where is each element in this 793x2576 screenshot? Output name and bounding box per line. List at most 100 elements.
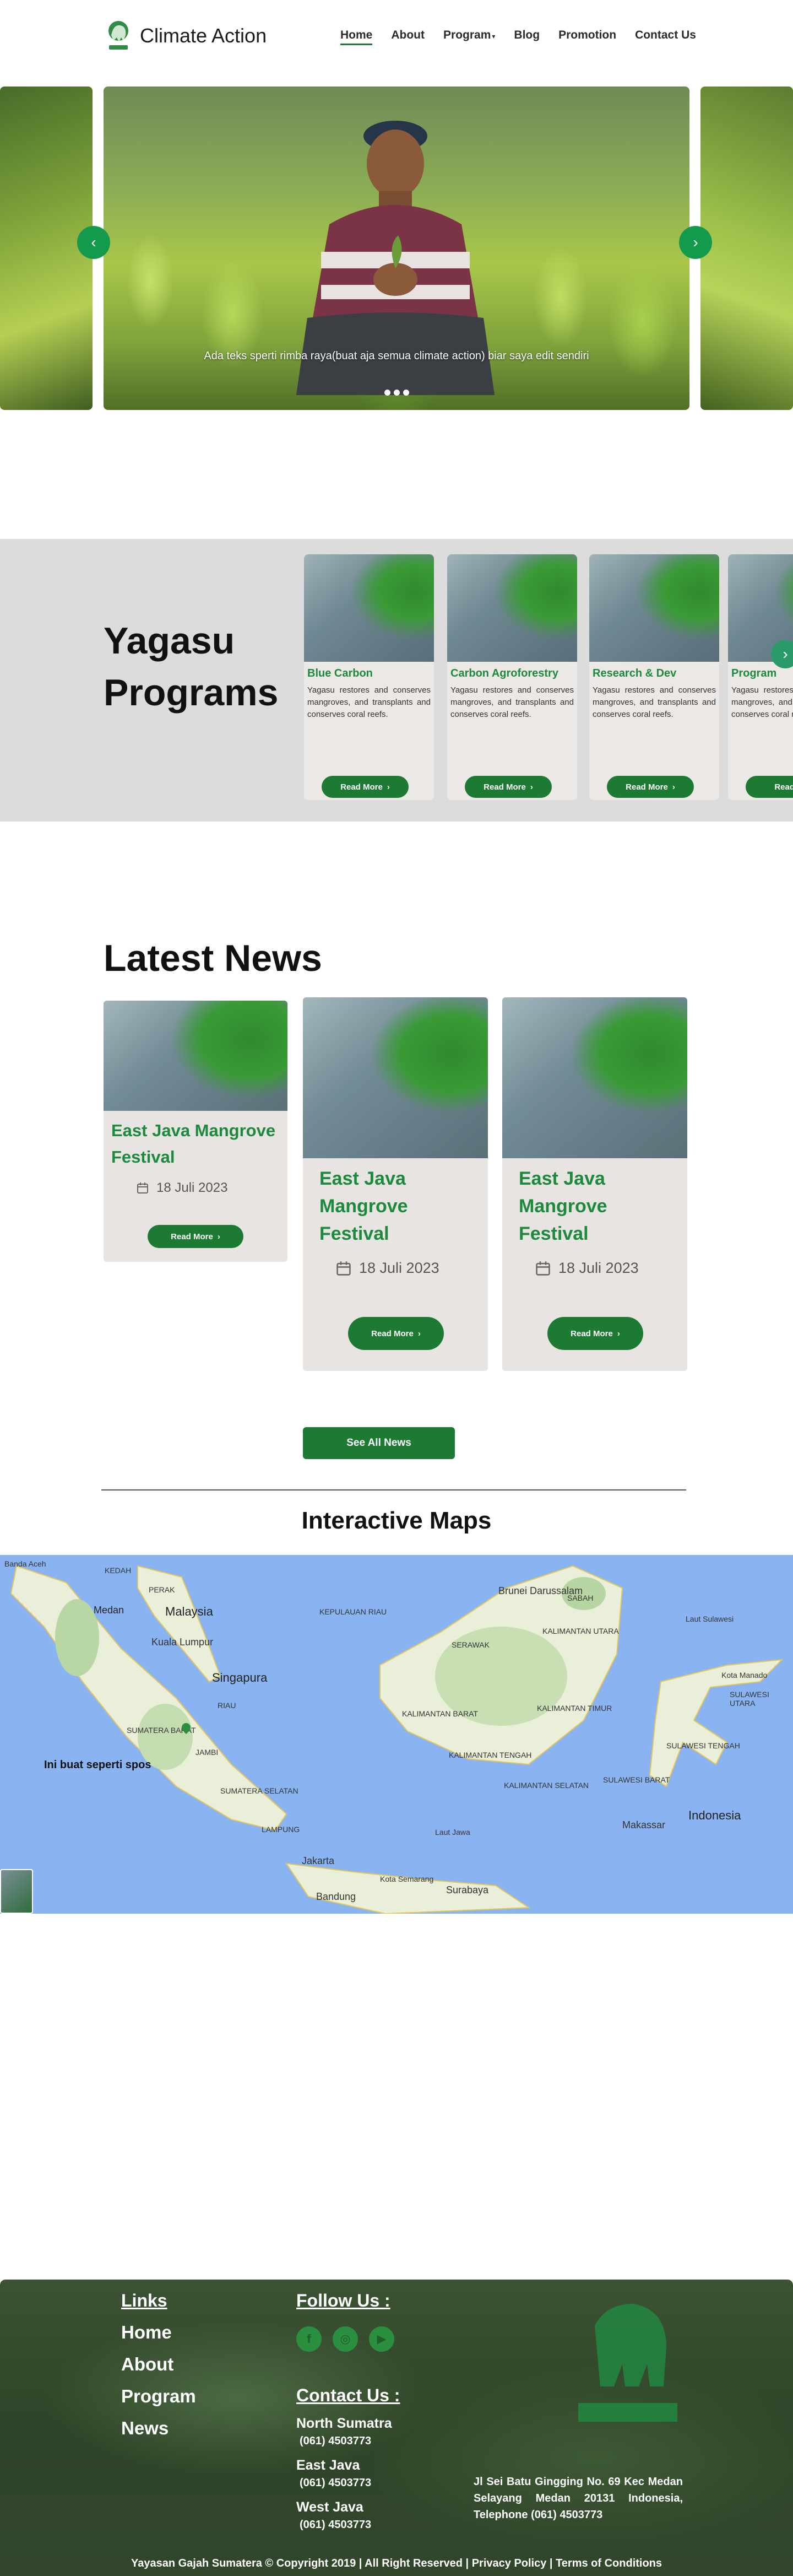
programs-title-line1: Yagasu <box>104 620 235 662</box>
nav-about[interactable]: About <box>391 29 425 42</box>
chevron-left-icon: ‹ <box>91 234 96 251</box>
contact-region: North Sumatra <box>296 2416 392 2431</box>
see-all-news-button[interactable]: See All News <box>303 1427 455 1459</box>
interactive-map[interactable]: Banda Aceh Medan Malaysia Kuala Lumpur S… <box>0 1555 793 1914</box>
map-label-perak: PERAK <box>149 1585 175 1594</box>
map-satellite-toggle[interactable] <box>0 1869 33 1914</box>
hero-caption: Ada teks sperti rimba raya(buat aja semu… <box>204 350 589 362</box>
carousel-dot-2[interactable] <box>393 390 400 396</box>
carousel-dot-1[interactable] <box>384 390 390 396</box>
carousel-next-button[interactable]: › <box>679 226 712 259</box>
read-more-button[interactable]: Read More › <box>322 776 409 798</box>
read-more-button[interactable]: Read More › <box>607 776 694 798</box>
facebook-icon[interactable]: f <box>296 2326 322 2352</box>
nav-blog[interactable]: Blog <box>514 29 540 42</box>
read-more-label: Read More <box>171 1232 213 1241</box>
section-divider <box>101 1489 686 1490</box>
map-marker-label[interactable]: Ini buat seperti spos <box>44 1759 151 1772</box>
contact-region: East Java <box>296 2458 360 2473</box>
map-label-malaysia: Malaysia <box>165 1605 213 1618</box>
chevron-right-icon: › <box>530 782 533 792</box>
read-more-label: Read More <box>484 782 526 792</box>
chevron-right-icon: › <box>417 1328 421 1338</box>
read-more-button[interactable]: Read More › <box>148 1225 243 1248</box>
footer-link-about[interactable]: About <box>121 2354 196 2375</box>
map-label-sulawesi-utara: SULAWESI UTARA <box>730 1690 769 1708</box>
program-card-partial: Program Yagasu restores and conserves ma… <box>728 554 793 800</box>
map-label-sumatera-selatan: SUMATERA SELATAN <box>220 1786 298 1795</box>
news-headline: East Java Mangrove Festival <box>319 1168 408 1244</box>
map-label-kuala-lumpur: Kuala Lumpur <box>151 1637 214 1648</box>
nav-home[interactable]: Home <box>340 29 373 45</box>
nav-promotion[interactable]: Promotion <box>558 29 616 42</box>
news-image <box>303 997 488 1158</box>
calendar-icon <box>137 1182 148 1194</box>
map-label-sabah: SABAH <box>567 1594 594 1602</box>
yagasu-logo-icon <box>108 21 128 50</box>
map-label-bandung: Bandung <box>316 1891 356 1902</box>
program-image <box>304 554 434 662</box>
calendar-icon <box>336 1261 351 1276</box>
footer-link-program[interactable]: Program <box>121 2386 196 2407</box>
footer-follow-title: Follow Us : <box>296 2291 390 2310</box>
read-more-button[interactable]: Read More › <box>547 1317 643 1350</box>
read-more-button[interactable]: Read More › <box>348 1317 444 1350</box>
hero-next-slide-preview <box>700 87 793 410</box>
chevron-down-icon: ▾ <box>492 33 496 40</box>
program-card: Carbon Agroforestry Yagasu restores and … <box>447 554 577 800</box>
footer-copyright: Yayasan Gajah Sumatera © Copyright 2019 … <box>131 2557 662 2569</box>
youtube-icon[interactable]: ▶ <box>369 2326 394 2352</box>
news-headline: East Java Mangrove Festival <box>111 1121 276 1167</box>
program-card: Research & Dev Yagasu restores and conse… <box>589 554 719 800</box>
contact-phone[interactable]: (061) 4503773 <box>300 2477 400 2489</box>
site-footer: Links Home About Program News Follow Us … <box>0 2280 793 2576</box>
program-image <box>589 554 719 662</box>
program-title: Blue Carbon <box>307 667 373 679</box>
footer-contact: Contact Us : North Sumatra (061) 4503773… <box>296 2385 400 2531</box>
footer-link-home[interactable]: Home <box>121 2322 196 2343</box>
brand-logo[interactable]: Climate Action <box>104 19 267 53</box>
read-more-label: Read More <box>371 1328 414 1338</box>
hero-slide: Ada teks sperti rimba raya(buat aja semu… <box>104 87 689 410</box>
main-menu: Home About Program ▾ Blog Promotion Conta… <box>340 29 715 45</box>
contact-phone[interactable]: (061) 4503773 <box>300 2519 400 2531</box>
social-icons: f ◎ ▶ <box>296 2326 394 2352</box>
nav-contact[interactable]: Contact Us <box>635 29 696 42</box>
chevron-right-icon: › <box>783 645 788 662</box>
carousel-prev-button[interactable]: ‹ <box>77 226 110 259</box>
map-label-banda-aceh: Banda Aceh <box>4 1559 46 1568</box>
map-label-kota-manado: Kota Manado <box>721 1671 768 1679</box>
nav-program[interactable]: Program ▾ <box>443 29 495 42</box>
news-card: East Java Mangrove Festival 18 Juli 2023… <box>502 997 687 1371</box>
footer-links-title: Links <box>121 2291 167 2310</box>
news-title: Latest News <box>104 937 322 979</box>
map-label-jambi: JAMBI <box>195 1748 219 1757</box>
contact-region: West Java <box>296 2499 363 2515</box>
news-date-text: 18 Juli 2023 <box>156 1180 228 1195</box>
map-label-makassar: Makassar <box>622 1819 666 1830</box>
program-card: Blue Carbon Yagasu restores and conserve… <box>304 554 434 800</box>
footer-follow: Follow Us : f ◎ ▶ <box>296 2291 394 2352</box>
map-label-medan: Medan <box>94 1605 124 1616</box>
news-date-text: 18 Juli 2023 <box>359 1260 439 1276</box>
read-more-button[interactable]: Read M <box>746 776 793 798</box>
read-more-label: Read More <box>626 782 668 792</box>
carousel-dot-3[interactable] <box>403 390 409 396</box>
program-title: Carbon Agroforestry <box>450 667 558 679</box>
map-pin-icon[interactable] <box>182 1723 191 1734</box>
footer-link-news[interactable]: News <box>121 2418 196 2439</box>
programs-title-line2: Programs <box>104 672 279 714</box>
contact-phone[interactable]: (061) 4503773 <box>300 2435 400 2448</box>
instagram-icon[interactable]: ◎ <box>333 2326 358 2352</box>
news-date-text: 18 Juli 2023 <box>558 1260 639 1276</box>
chevron-right-icon: › <box>217 1232 220 1241</box>
news-image <box>104 1001 287 1111</box>
map-label-indonesia: Indonesia <box>688 1808 741 1822</box>
read-more-label: Read More <box>571 1328 613 1338</box>
programs-title: Yagasu Programs <box>104 615 278 719</box>
read-more-button[interactable]: Read More › <box>465 776 552 798</box>
brand-name: Climate Action <box>140 24 267 47</box>
program-description: Yagasu restores and conserves mangroves,… <box>307 685 431 719</box>
map-label-riau: RIAU <box>218 1701 236 1710</box>
news-headline: East Java Mangrove Festival <box>519 1168 607 1244</box>
